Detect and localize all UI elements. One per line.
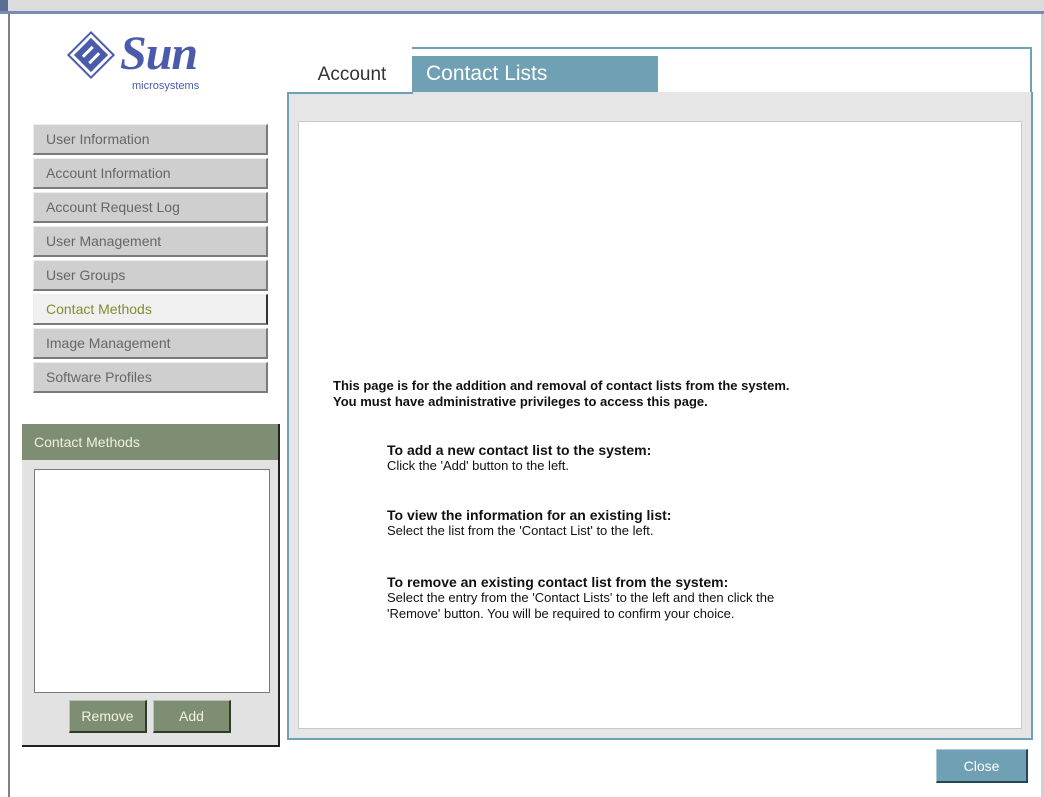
tab-account[interactable]: Account: [296, 58, 408, 92]
help-text-add: Click the 'Add' button to the left.: [387, 458, 570, 473]
sidebar-item-software-profiles[interactable]: Software Profiles: [33, 362, 268, 393]
help-text-remove-1: Select the entry from the 'Contact Lists…: [387, 590, 775, 605]
sidebar-item-account-request-log[interactable]: Account Request Log: [33, 192, 268, 223]
sidebar-item-contact-methods[interactable]: Contact Methods: [33, 294, 268, 325]
tab-frame-right-border: [1030, 47, 1032, 93]
add-button[interactable]: Add: [153, 700, 231, 733]
window-corner: [0, 0, 8, 11]
intro-text: This page is for the addition and remova…: [333, 378, 993, 410]
logo-brand: Sun: [120, 27, 198, 80]
help-section-view: To view the information for an existing …: [387, 507, 987, 539]
help-text-view: Select the list from the 'Contact List' …: [387, 523, 654, 538]
sidebar-item-user-groups[interactable]: User Groups: [33, 260, 268, 291]
help-section-add: To add a new contact list to the system:…: [387, 442, 987, 474]
remove-button[interactable]: Remove: [69, 700, 147, 733]
content-area: This page is for the addition and remova…: [298, 121, 1022, 729]
sidebar-item-image-management[interactable]: Image Management: [33, 328, 268, 359]
window-left-border: [0, 14, 10, 797]
close-button[interactable]: Close: [936, 749, 1028, 783]
intro-line-1: This page is for the addition and remova…: [333, 378, 790, 393]
contact-methods-header: Contact Methods: [22, 424, 278, 460]
window-title-bar: [0, 0, 1044, 14]
help-heading-remove: To remove an existing contact list from …: [387, 574, 729, 590]
sidebar-item-account-information[interactable]: Account Information: [33, 158, 268, 189]
help-text-remove-2: 'Remove' button. You will be required to…: [387, 606, 735, 621]
contact-methods-panel: Contact Methods Remove Add: [22, 424, 280, 747]
content-frame-top-border: [287, 92, 413, 94]
sun-logo: Sun microsystems: [62, 26, 232, 106]
tab-frame-top-border: [412, 47, 1032, 49]
tab-contact-lists[interactable]: Contact Lists: [412, 56, 658, 94]
logo-subtext: microsystems: [132, 80, 200, 92]
help-heading-view: To view the information for an existing …: [387, 507, 672, 523]
sun-diamond-logo-icon: [66, 30, 116, 80]
sidebar-nav: User Information Account Information Acc…: [33, 124, 268, 396]
sidebar-item-user-management[interactable]: User Management: [33, 226, 268, 257]
contact-lists-listbox[interactable]: [34, 469, 270, 693]
help-section-remove: To remove an existing contact list from …: [387, 574, 987, 622]
intro-line-2: You must have administrative privileges …: [333, 394, 708, 409]
sidebar-item-user-information[interactable]: User Information: [33, 124, 268, 155]
help-heading-add: To add a new contact list to the system:: [387, 442, 652, 458]
